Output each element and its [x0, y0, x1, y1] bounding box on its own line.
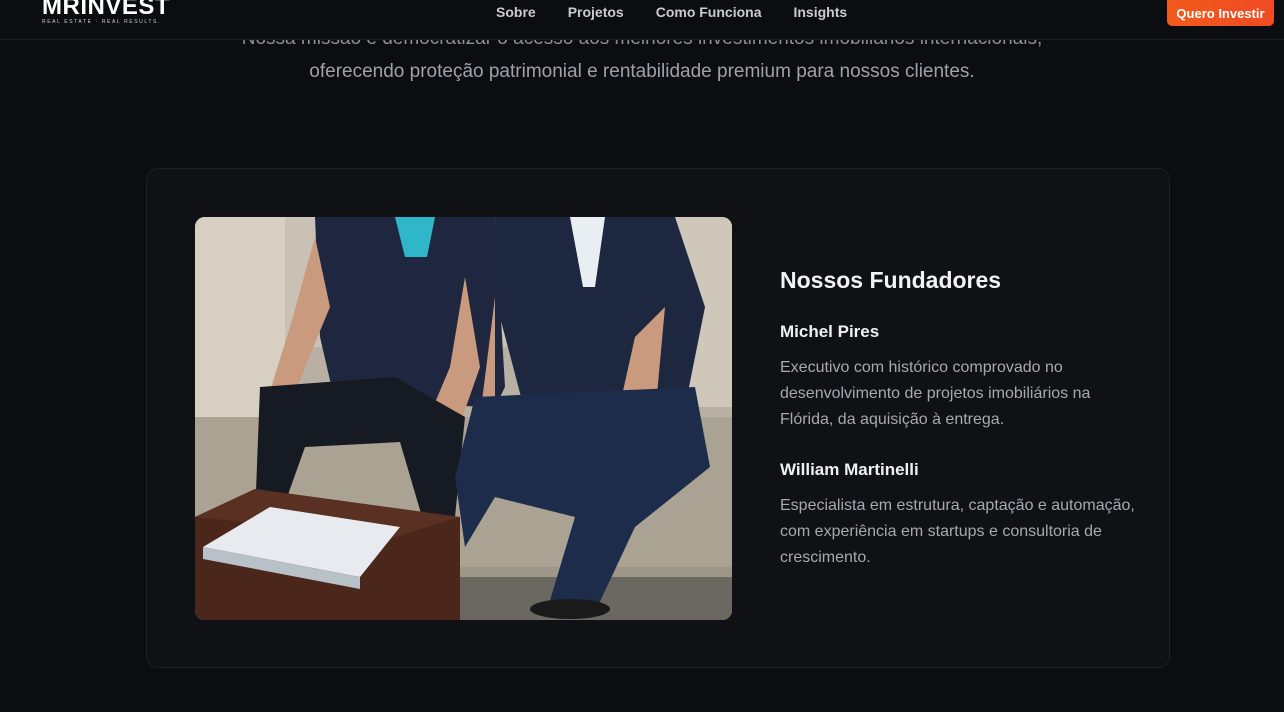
founders-title: Nossos Fundadores — [780, 267, 1002, 293]
logo[interactable]: MRINVEST REAL ESTATE · REAL RESULTS. — [42, 0, 170, 25]
nav-link-insights[interactable]: Insights — [793, 3, 847, 21]
founder-michel: Michel Pires Executivo com histórico com… — [780, 321, 1140, 433]
nav-link-projetos[interactable]: Projetos — [568, 3, 624, 21]
nav-link-sobre[interactable]: Sobre — [496, 3, 536, 21]
quero-investir-button[interactable]: Quero Investir — [1167, 0, 1274, 26]
nav-link-como-funciona[interactable]: Como Funciona — [656, 3, 762, 21]
founder-william: William Martinelli Especialista em estru… — [780, 459, 1140, 571]
main-nav: Sobre Projetos Como Funciona Insights — [496, 3, 879, 21]
logo-wordmark: MRINVEST — [42, 0, 171, 20]
founder-bio: Especialista em estrutura, captação e au… — [780, 497, 1135, 566]
mission-line-2: oferecendo proteção patrimonial e rentab… — [309, 61, 975, 82]
founders-photo — [195, 217, 732, 620]
founders-card: Nossos Fundadores Michel Pires Executivo… — [146, 168, 1170, 668]
site-header: MRINVEST REAL ESTATE · REAL RESULTS. Sob… — [0, 0, 1284, 40]
founder-name: William Martinelli — [780, 460, 919, 479]
founder-name: Michel Pires — [780, 322, 880, 341]
logo-tagline: REAL ESTATE · REAL RESULTS. — [42, 19, 161, 25]
founders-info: Nossos Fundadores Michel Pires Executivo… — [780, 265, 1140, 597]
founder-bio: Executivo com histórico comprovado no de… — [780, 359, 1091, 428]
